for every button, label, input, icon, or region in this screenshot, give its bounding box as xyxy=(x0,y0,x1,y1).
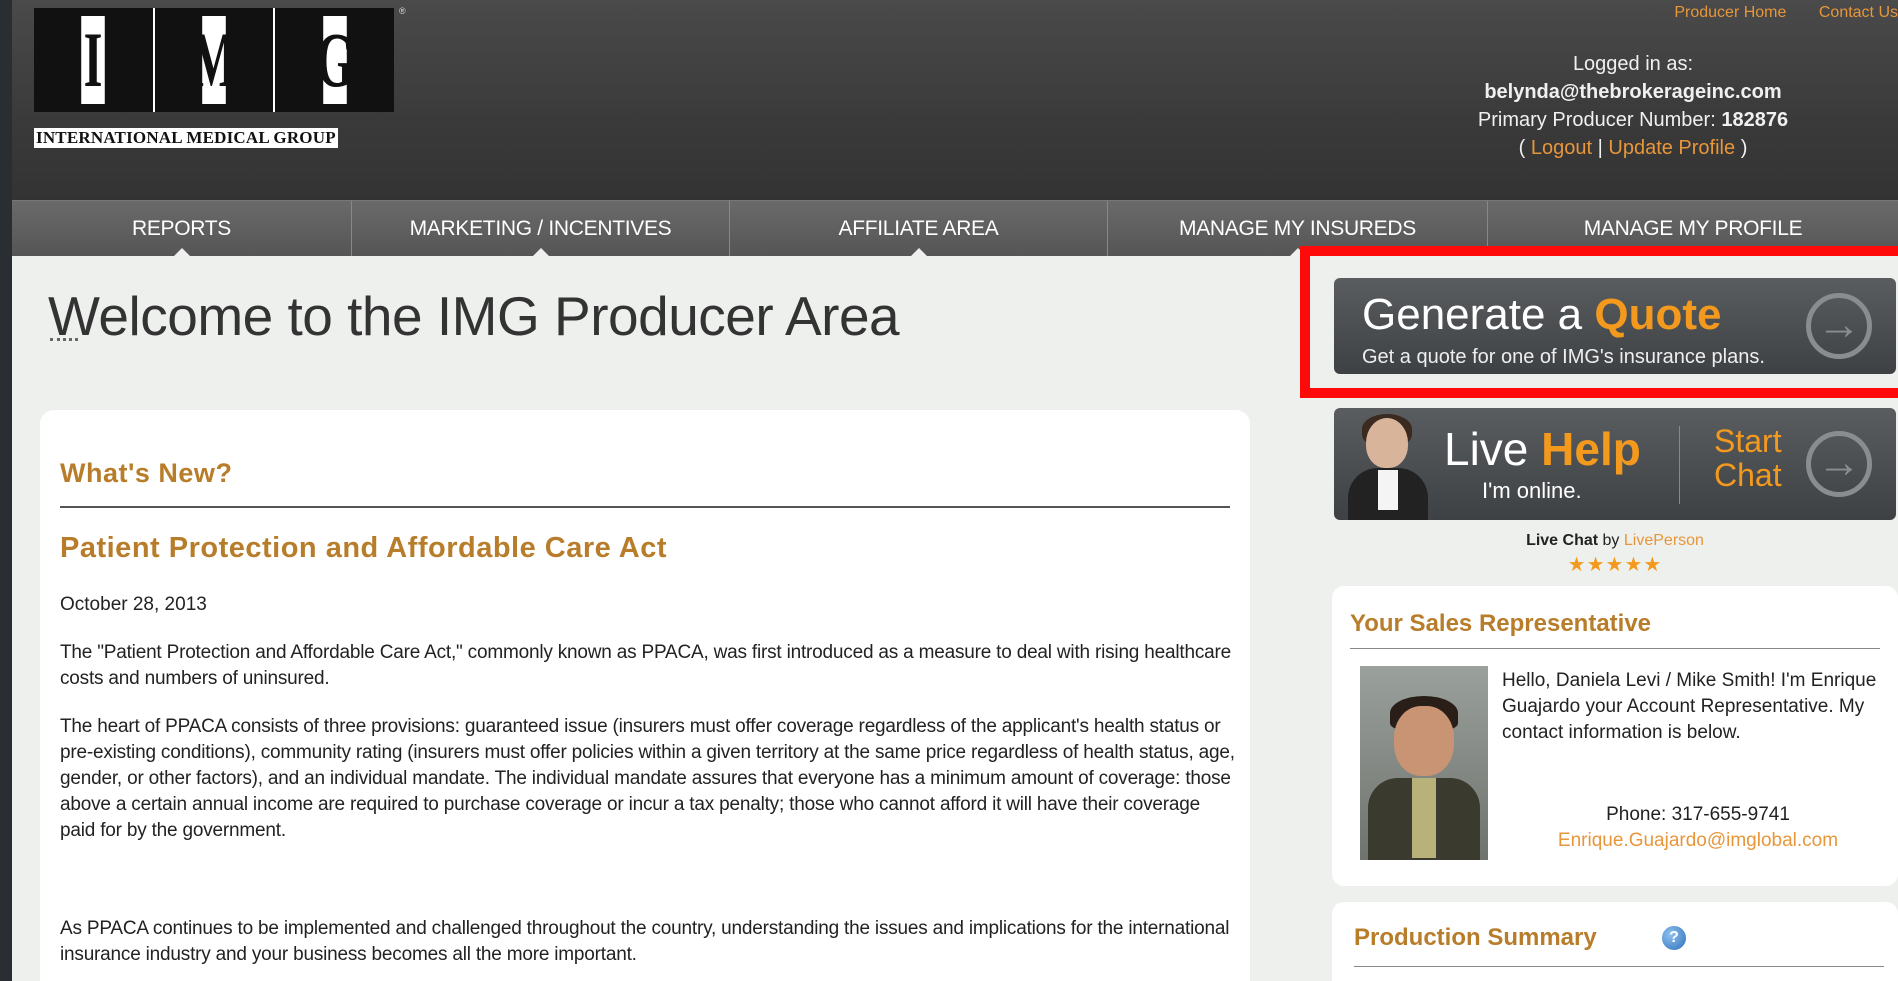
logged-in-email: belynda@thebrokerageinc.com xyxy=(1484,81,1782,103)
login-info: Logged in as: belynda@thebrokerageinc.co… xyxy=(1423,50,1843,162)
rep-photo xyxy=(1360,666,1488,860)
producer-number-label: Primary Producer Number: xyxy=(1477,109,1716,131)
nav-marketing-incentives[interactable]: Marketing / Incentives xyxy=(352,201,730,256)
whats-new-panel: What's New? Patient Protection and Affor… xyxy=(40,410,1250,981)
page-frame: I M G ® INTERNATIONAL MEDICAL GROUP Prod… xyxy=(12,0,1898,981)
sales-rep-heading: Your Sales Representative xyxy=(1350,610,1652,637)
registered-mark: ® xyxy=(399,6,406,16)
nav-label: Manage My Insureds xyxy=(1179,217,1416,240)
live-help-button[interactable]: Live Help I'm online. Start Chat → xyxy=(1334,408,1896,520)
divider xyxy=(1350,648,1880,649)
producer-number: 182876 xyxy=(1721,109,1789,131)
logo-subtitle: INTERNATIONAL MEDICAL GROUP xyxy=(34,128,338,148)
production-summary-heading: Production Summary xyxy=(1354,924,1597,951)
liveperson-link[interactable]: LivePerson xyxy=(1624,532,1704,549)
divider xyxy=(60,506,1230,508)
credit-by: by xyxy=(1602,532,1620,549)
img-logo[interactable]: I M G ® INTERNATIONAL MEDICAL GROUP xyxy=(34,6,406,148)
nav-label: Marketing / Incentives xyxy=(409,217,672,240)
rep-email-link[interactable]: Enrique.Guajardo@imglobal.com xyxy=(1502,830,1894,852)
article-date: October 28, 2013 xyxy=(60,594,207,615)
arrow-right-circle-icon: → xyxy=(1806,431,1872,497)
nav-label: Reports xyxy=(131,217,232,240)
live-help-prefix: Live xyxy=(1444,423,1529,475)
live-help-title: Live Help xyxy=(1444,422,1641,476)
highlight-annotation xyxy=(1300,246,1898,398)
link-separator: | xyxy=(1597,137,1603,159)
logo-block-i: I xyxy=(34,8,155,112)
online-status: I'm online. xyxy=(1482,478,1582,503)
logout-link[interactable]: Logout xyxy=(1531,137,1592,159)
nav-label: Manage My Profile xyxy=(1583,217,1803,240)
contact-us-link[interactable]: Contact Us xyxy=(1819,4,1898,21)
rating-stars-icon: ★★★★★ xyxy=(1567,554,1663,576)
nav-reports[interactable]: Reports xyxy=(12,201,352,256)
close-paren: ) xyxy=(1740,137,1748,159)
logo-letter: M xyxy=(191,16,237,104)
title-underline xyxy=(50,338,78,341)
logo-letter: G xyxy=(315,16,354,104)
article-paragraph: As PPACA continues to be implemented and… xyxy=(60,918,1230,965)
logo-block-g: G xyxy=(275,8,395,112)
divider xyxy=(1354,966,1884,967)
live-help-accent: Help xyxy=(1541,423,1641,475)
caret-up-icon xyxy=(532,248,549,256)
whats-new-heading: What's New? xyxy=(60,458,233,488)
rep-phone: Phone: 317-655-9741 xyxy=(1606,804,1790,825)
producer-home-link[interactable]: Producer Home xyxy=(1674,4,1786,21)
article-title[interactable]: Patient Protection and Affordable Care A… xyxy=(60,532,667,565)
logo-block-m: M xyxy=(154,8,276,112)
sales-rep-panel: Your Sales Representative Hello, Daniela… xyxy=(1332,586,1898,886)
top-links: Producer Home Contact Us xyxy=(1646,4,1898,22)
production-summary-panel: Production Summary ? xyxy=(1332,902,1898,981)
start-chat-label: Start Chat xyxy=(1714,424,1782,492)
help-icon[interactable]: ? xyxy=(1662,926,1686,950)
live-chat-credit: Live Chat by LivePerson xyxy=(1334,532,1896,550)
start-label: Start xyxy=(1714,423,1782,459)
caret-up-icon xyxy=(910,248,927,256)
update-profile-link[interactable]: Update Profile xyxy=(1608,137,1735,159)
open-paren: ( xyxy=(1518,137,1526,159)
nav-affiliate-area[interactable]: Affiliate Area xyxy=(730,201,1108,256)
page-title: Welcome to the IMG Producer Area xyxy=(48,285,900,347)
rep-intro: Hello, Daniela Levi / Mike Smith! I'm En… xyxy=(1502,670,1877,743)
logo-letter: I xyxy=(81,16,106,104)
support-agent-image xyxy=(1340,412,1430,520)
logo-blocks: I M G xyxy=(34,8,395,112)
account-links: ( Logout | Update Profile ) xyxy=(1423,134,1843,162)
live-chat-label: Live Chat xyxy=(1526,532,1599,549)
chat-label: Chat xyxy=(1714,457,1782,493)
nav-label: Affiliate Area xyxy=(838,217,999,240)
caret-up-icon xyxy=(173,248,190,256)
producer-number-row: Primary Producer Number: 182876 xyxy=(1423,106,1843,134)
article-paragraph: The heart of PPACA consists of three pro… xyxy=(60,716,1235,841)
header: I M G ® INTERNATIONAL MEDICAL GROUP Prod… xyxy=(12,0,1898,200)
divider xyxy=(1679,426,1680,504)
article-paragraph: The "Patient Protection and Affordable C… xyxy=(60,642,1231,689)
logged-in-label: Logged in as: xyxy=(1572,53,1694,75)
